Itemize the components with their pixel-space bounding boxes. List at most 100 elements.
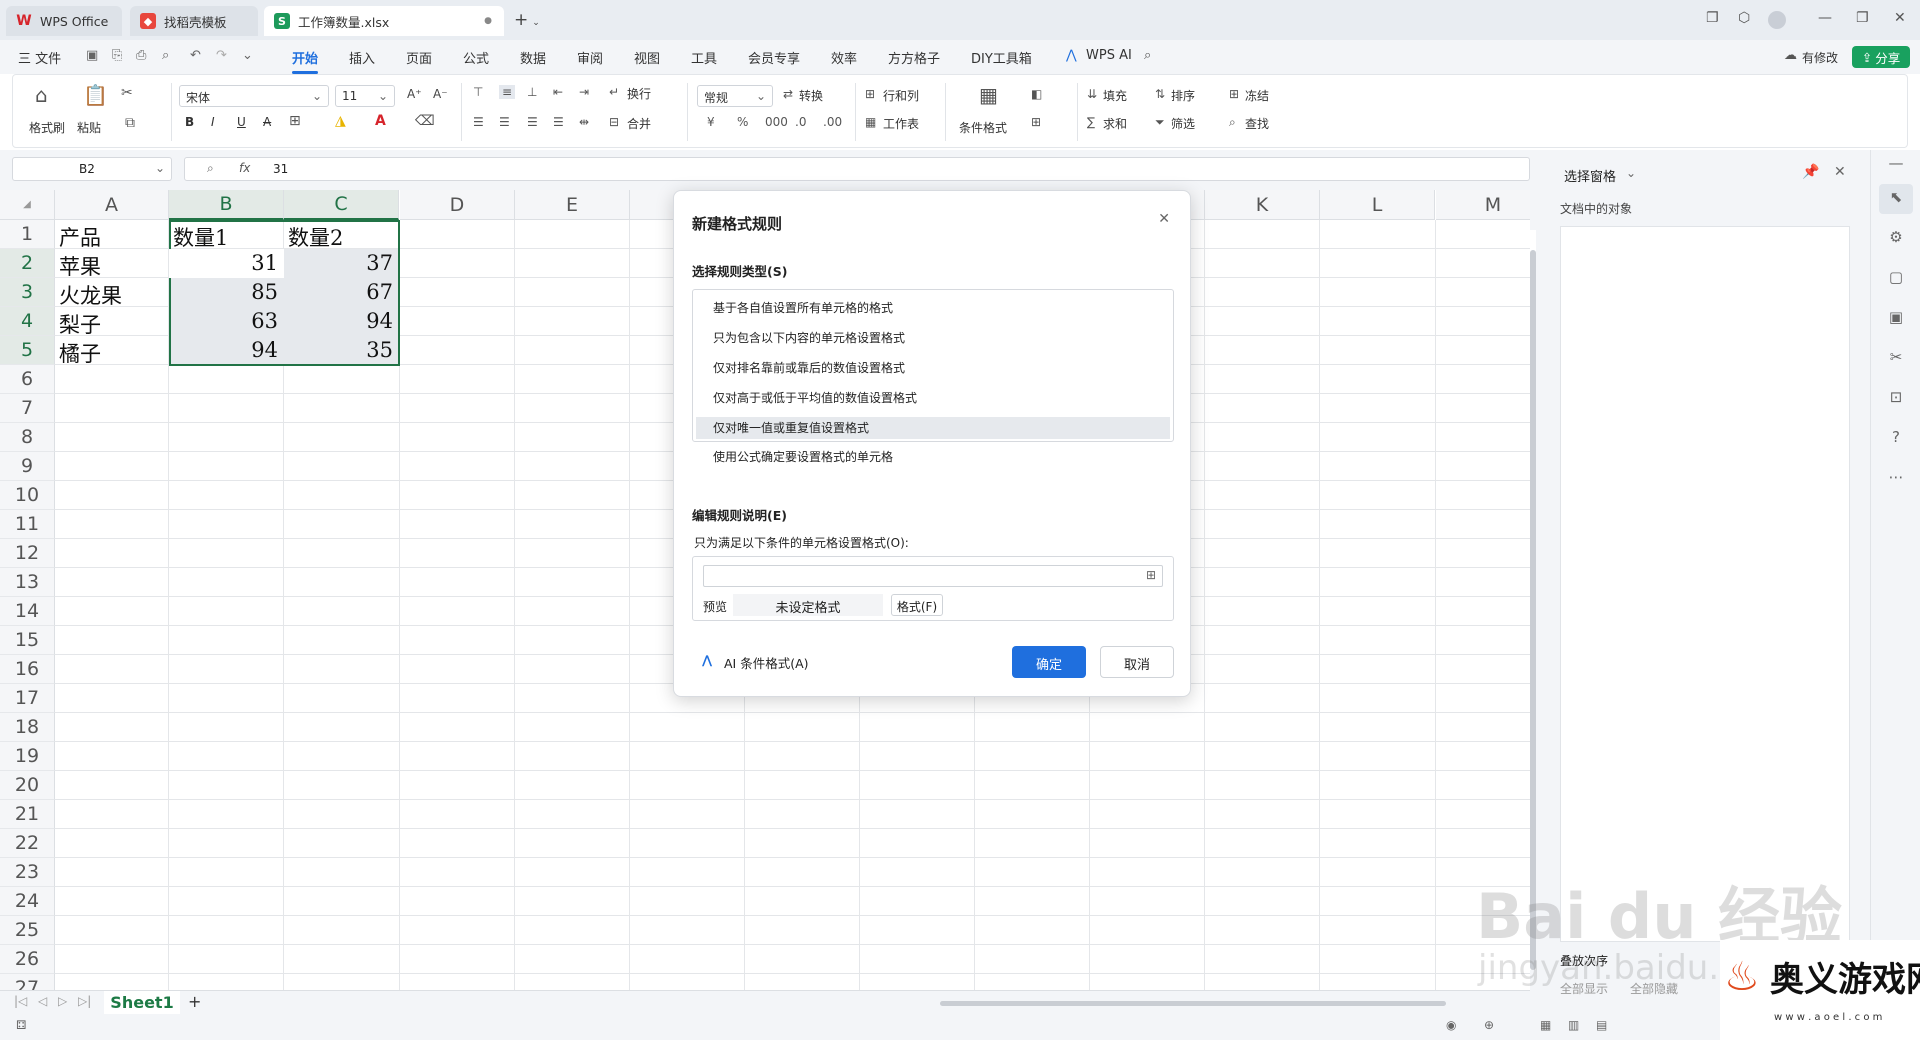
sum-icon[interactable]: ∑: [1087, 115, 1095, 129]
wps-ai-icon[interactable]: ⋀: [1066, 48, 1077, 63]
sort-button[interactable]: 排序: [1171, 87, 1195, 104]
cancel-button[interactable]: 取消: [1100, 646, 1174, 678]
wps-ai-button[interactable]: WPS AI: [1086, 48, 1132, 63]
window-layout-icon[interactable]: ❐: [1706, 10, 1719, 26]
ok-button[interactable]: 确定: [1012, 646, 1086, 678]
border-icon[interactable]: ⊞: [289, 113, 301, 129]
fill-color-icon[interactable]: ◮: [335, 113, 346, 129]
fill-button[interactable]: 填充: [1103, 87, 1127, 104]
last-sheet-icon[interactable]: ▷|: [78, 994, 91, 1008]
page-break-icon[interactable]: ▤: [1596, 1018, 1607, 1032]
freeze-button[interactable]: 冻结: [1245, 87, 1269, 104]
paste-button[interactable]: 粘贴: [77, 119, 101, 136]
bold-icon[interactable]: B: [185, 115, 194, 129]
zoom-icon[interactable]: ⌕: [207, 161, 214, 176]
has-changes-label[interactable]: 有修改: [1802, 49, 1838, 66]
fill-down-icon[interactable]: ⇊: [1087, 87, 1097, 101]
align-top-icon[interactable]: ⊤: [473, 85, 483, 99]
close-window-icon[interactable]: ✕: [1894, 10, 1906, 26]
pane-title[interactable]: 选择窗格: [1564, 166, 1616, 185]
objects-list[interactable]: [1560, 226, 1850, 942]
table-style-icon[interactable]: ⊞: [1031, 115, 1041, 129]
vertical-scrollbar-thumb[interactable]: [1530, 250, 1536, 970]
align-bottom-icon[interactable]: ⊥: [527, 85, 537, 99]
menu-item-efficiency[interactable]: 效率: [831, 48, 857, 67]
clear-format-icon[interactable]: ⌫: [415, 113, 435, 129]
justify-icon[interactable]: ☰: [553, 115, 564, 129]
rule-item[interactable]: 仅对排名靠前或靠后的数值设置格式: [713, 359, 905, 376]
minimize-icon[interactable]: —: [1818, 10, 1832, 26]
align-right-icon[interactable]: ☰: [527, 115, 538, 129]
comment-icon[interactable]: ▢: [1886, 268, 1906, 288]
save-icon[interactable]: ▣: [86, 48, 98, 63]
next-sheet-icon[interactable]: ▷: [58, 994, 67, 1008]
tab-docer[interactable]: ◆ 找稻壳模板: [130, 6, 258, 36]
location-icon[interactable]: ⊕: [1484, 1018, 1494, 1032]
tab-workbook[interactable]: S 工作簿数量.xlsx ●: [264, 6, 504, 36]
adjust-icon[interactable]: ⚙: [1886, 228, 1906, 248]
horizontal-scrollbar[interactable]: [940, 1001, 1446, 1006]
more-chevron-icon[interactable]: ⌄: [242, 48, 253, 63]
redo-icon[interactable]: ↷: [216, 48, 227, 63]
fx-icon[interactable]: fx: [239, 161, 250, 175]
rule-item-selected[interactable]: 使用公式确定要设置格式的单元格: [713, 448, 893, 465]
add-sheet-button[interactable]: +: [188, 992, 201, 1011]
tools-icon[interactable]: ✂: [1886, 348, 1906, 368]
formula-condition-input[interactable]: ⊞: [703, 565, 1163, 587]
prev-sheet-icon[interactable]: ◁: [38, 994, 47, 1008]
filter-icon[interactable]: ⏷: [1155, 115, 1165, 130]
wrap-text-button[interactable]: 换行: [627, 85, 651, 102]
align-left-icon[interactable]: ☰: [473, 115, 484, 129]
paste-icon[interactable]: 📋: [83, 83, 108, 107]
menu-item-diy[interactable]: DIY工具箱: [971, 48, 1032, 67]
strikethrough-icon[interactable]: A: [263, 115, 271, 129]
row-col-icon[interactable]: ⊞: [865, 87, 875, 101]
percent-icon[interactable]: %: [737, 115, 748, 129]
macro-icon[interactable]: ⚃: [16, 1018, 26, 1032]
menu-item-fangfang[interactable]: 方方格子: [888, 48, 940, 67]
avatar[interactable]: [1768, 11, 1786, 29]
close-icon[interactable]: ✕: [1834, 164, 1846, 180]
find-icon[interactable]: ⌕: [1229, 115, 1236, 130]
italic-icon[interactable]: I: [211, 115, 215, 129]
menu-item-tools[interactable]: 工具: [691, 48, 717, 67]
underline-icon[interactable]: U: [237, 115, 246, 129]
merge-icon[interactable]: ⊟: [609, 115, 619, 129]
menu-item-view[interactable]: 视图: [634, 48, 660, 67]
menu-item-data[interactable]: 数据: [520, 48, 546, 67]
freeze-icon[interactable]: ⊞: [1229, 87, 1239, 101]
row-col-button[interactable]: 行和列: [883, 87, 919, 104]
sort-icon[interactable]: ⇅: [1155, 87, 1165, 101]
copy-icon[interactable]: ⧉: [125, 115, 135, 131]
menu-item-page[interactable]: 页面: [406, 48, 432, 67]
rule-item[interactable]: 只为包含以下内容的单元格设置格式: [713, 329, 905, 346]
eye-protection-icon[interactable]: ◉: [1446, 1018, 1456, 1032]
font-name-select[interactable]: 宋体 ⌄: [179, 85, 329, 107]
thousands-icon[interactable]: 000: [765, 115, 788, 129]
font-size-select[interactable]: 11 ⌄: [335, 85, 395, 107]
minus-icon[interactable]: —: [1886, 154, 1906, 174]
menu-item-member[interactable]: 会员专享: [748, 48, 800, 67]
normal-view-icon[interactable]: ▦: [1540, 1018, 1551, 1032]
align-center-icon[interactable]: ☰: [499, 115, 510, 129]
wrap-icon[interactable]: ↵: [609, 85, 619, 99]
indent-decrease-icon[interactable]: ⇤: [553, 85, 563, 99]
format-painter-button[interactable]: 格式刷: [29, 119, 65, 136]
dialog-close-icon[interactable]: ✕: [1158, 211, 1170, 227]
more-icon[interactable]: ⋯: [1886, 468, 1906, 488]
convert-icon[interactable]: ⇄: [783, 87, 793, 101]
file-menu[interactable]: 三 文件: [18, 48, 61, 67]
rule-item[interactable]: 仅对唯一值或重复值设置格式: [713, 419, 869, 436]
format-painter-icon[interactable]: ⌂: [35, 83, 48, 107]
find-button[interactable]: 查找: [1245, 115, 1269, 132]
new-tab-button[interactable]: + ⌄: [514, 10, 540, 30]
cube-icon[interactable]: ⬡: [1738, 10, 1750, 26]
vertical-scrollbar-track[interactable]: [1530, 230, 1536, 970]
menu-item-start[interactable]: 开始: [292, 48, 318, 67]
format-button[interactable]: 格式(F): [891, 594, 943, 616]
rule-item[interactable]: 仅对高于或低于平均值的数值设置格式: [713, 389, 917, 406]
cell-style-icon[interactable]: ◧: [1031, 87, 1042, 101]
tab-wps-office[interactable]: W WPS Office: [6, 6, 122, 36]
distribute-icon[interactable]: ⇹: [579, 115, 589, 129]
ai-conditional-format-button[interactable]: AI 条件格式(A): [724, 653, 809, 672]
